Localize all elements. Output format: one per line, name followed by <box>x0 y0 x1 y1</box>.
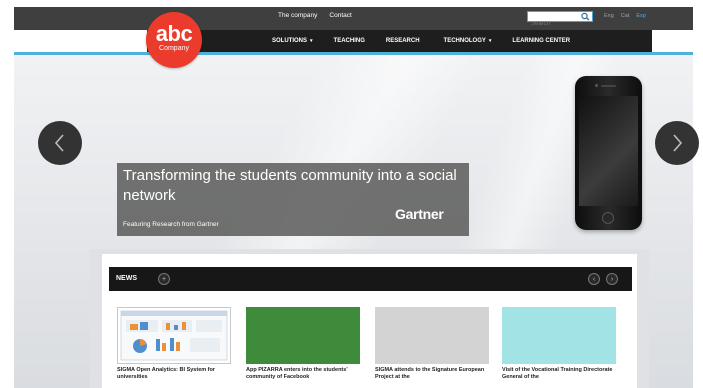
nav-item-solutions[interactable]: SOLUTIONS ▾ <box>272 38 313 44</box>
company-logo[interactable]: abc Company <box>146 12 202 68</box>
news-thumbnail[interactable] <box>246 307 360 364</box>
phone-camera <box>595 84 598 87</box>
news-next-button[interactable]: › <box>606 273 618 285</box>
slider-next-button[interactable] <box>655 121 699 165</box>
phone-home-button <box>602 212 614 224</box>
chevron-left-icon <box>54 134 64 152</box>
lang-cat[interactable]: Cat <box>621 13 630 19</box>
nav-item-teaching[interactable]: TEACHING <box>334 38 365 44</box>
news-add-button[interactable]: + <box>158 273 170 285</box>
logo-sub-text: Company <box>159 45 189 52</box>
phone-screen <box>579 96 638 206</box>
search-icon[interactable] <box>580 12 591 21</box>
news-thumbnail[interactable] <box>117 307 231 364</box>
chevron-down-icon: ▾ <box>310 38 313 44</box>
page: The company Contact Eng Cat Esp abc Comp… <box>0 0 703 388</box>
nav-item-label: SOLUTIONS <box>272 38 308 44</box>
link-the-company[interactable]: The company <box>278 12 317 19</box>
logo-main-text: abc <box>155 21 193 46</box>
news-thumbnail[interactable] <box>375 307 489 364</box>
search-box <box>527 11 593 29</box>
news-thumbnail[interactable] <box>502 307 616 364</box>
news-item-text[interactable]: SIGMA Open Analytics: BI System for univ… <box>117 367 232 381</box>
news-item-text[interactable]: Visit of the Vocational Training Directo… <box>502 367 617 381</box>
hero-subtitle: Featuring Research from Gartner <box>123 221 219 228</box>
news-item-text[interactable]: App PIZARRA enters into the students' co… <box>246 367 361 381</box>
slider-prev-button[interactable] <box>38 121 82 165</box>
chevron-left-icon: ‹ <box>592 276 596 283</box>
dashboard-screenshot-image <box>120 310 228 361</box>
chevron-down-icon: ▾ <box>488 38 492 44</box>
main-nav: SOLUTIONS ▾ TEACHING RESEARCH TECHNOLOGY ▾… <box>272 38 570 44</box>
link-contact[interactable]: Contact <box>329 12 351 19</box>
lang-esp[interactable]: Esp <box>636 13 645 19</box>
chevron-right-icon <box>673 134 683 152</box>
language-switcher: Eng Cat Esp <box>604 13 646 19</box>
hero-headline: Transforming the students community into… <box>123 167 457 204</box>
plus-icon: + <box>161 276 167 283</box>
news-item-text[interactable]: SIGMA attends to the Signature European … <box>375 367 490 381</box>
nav-item-technology[interactable]: TECHNOLOGY ▾ <box>444 38 492 44</box>
lang-eng[interactable]: Eng <box>604 13 614 19</box>
nav-item-learning-center[interactable]: LEARNING CENTER <box>512 38 570 44</box>
smartphone-image <box>575 76 642 230</box>
hero-caption-box[interactable]: Transforming the students community into… <box>117 163 469 236</box>
news-prev-button[interactable]: ‹ <box>588 273 600 285</box>
search-input[interactable] <box>528 19 578 29</box>
news-header-bar <box>109 267 632 291</box>
nav-item-research[interactable]: RESEARCH <box>386 38 420 44</box>
phone-speaker <box>601 85 616 87</box>
gartner-logo: Gartner <box>395 206 444 222</box>
nav-item-label: TECHNOLOGY <box>443 38 486 44</box>
utility-links: The company Contact <box>278 12 352 19</box>
chevron-right-icon: › <box>610 276 614 283</box>
news-title: NEWS <box>116 275 137 282</box>
